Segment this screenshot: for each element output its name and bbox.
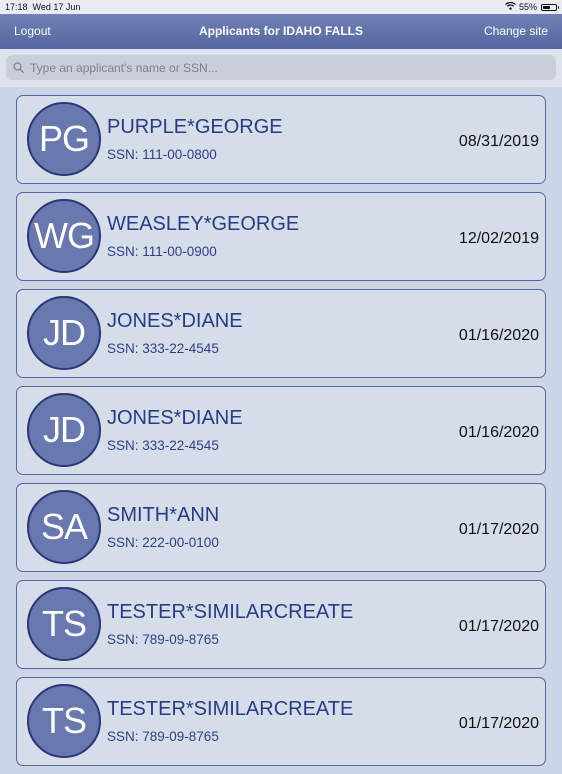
applicant-card[interactable]: WG WEASLEY*GEORGE SSN: 111-00-0900 12/02…	[16, 192, 546, 281]
applicant-date: 01/17/2020	[458, 715, 539, 732]
status-date: Wed 17 Jun	[32, 2, 81, 12]
applicant-date: 12/02/2019	[458, 230, 539, 247]
applicant-date: 01/16/2020	[458, 424, 539, 441]
search-field[interactable]	[6, 55, 556, 80]
applicant-date: 08/31/2019	[458, 133, 539, 150]
applicant-date: 01/17/2020	[458, 618, 539, 635]
applicant-card[interactable]: JD JONES*DIANE SSN: 333-22-4545 01/16/20…	[16, 386, 546, 475]
applicant-ssn: SSN: 111-00-0900	[107, 244, 217, 259]
battery-cap	[557, 6, 559, 9]
applicant-card[interactable]: JD JONES*DIANE SSN: 333-22-4545 01/16/20…	[16, 289, 546, 378]
applicant-list: PG PURPLE*GEORGE SSN: 111-00-0800 08/31/…	[16, 95, 546, 774]
applicant-card[interactable]: TS TESTER*SIMILARCREATE SSN: 789-09-8765…	[16, 580, 546, 669]
search-icon	[13, 62, 24, 73]
avatar: PG	[27, 102, 101, 176]
status-bar: 17:18 Wed 17 Jun 55%	[0, 0, 562, 14]
applicant-date: 01/16/2020	[458, 327, 539, 344]
applicant-card[interactable]: TS TESTER*SIMILARCREATE SSN: 789-09-8765…	[16, 677, 546, 766]
status-indicators: 55%	[505, 1, 559, 12]
applicant-card[interactable]: PG PURPLE*GEORGE SSN: 111-00-0800 08/31/…	[16, 95, 546, 184]
battery-fill	[543, 5, 550, 9]
avatar: TS	[27, 684, 101, 758]
applicant-name: TESTER*SIMILARCREATE	[107, 601, 354, 623]
avatar: JD	[27, 296, 101, 370]
change-site-button[interactable]: Change site	[484, 24, 548, 38]
avatar: SA	[27, 490, 101, 564]
applicant-name: SMITH*ANN	[107, 504, 220, 526]
avatar: JD	[27, 393, 101, 467]
navigation-bar: Logout Applicants for IDAHO FALLS Change…	[0, 14, 562, 49]
applicant-ssn: SSN: 333-22-4545	[107, 438, 219, 453]
applicant-ssn: SSN: 333-22-4545	[107, 341, 219, 356]
avatar: WG	[27, 199, 101, 273]
applicant-name: TESTER*SIMILARCREATE	[107, 698, 354, 720]
wifi-icon	[505, 1, 516, 12]
status-time: 17:18 Wed 17 Jun	[5, 2, 80, 12]
battery-icon	[541, 3, 559, 11]
applicant-name: JONES*DIANE	[107, 310, 243, 332]
applicant-ssn: SSN: 111-00-0800	[107, 147, 217, 162]
applicant-ssn: SSN: 789-09-8765	[107, 729, 219, 744]
applicant-name: PURPLE*GEORGE	[107, 116, 283, 138]
applicant-date: 01/17/2020	[458, 521, 539, 538]
battery-percent: 55%	[518, 2, 537, 12]
applicant-ssn: SSN: 222-00-0100	[107, 535, 219, 550]
page-title: Applicants for IDAHO FALLS	[198, 24, 363, 38]
search-bar	[0, 49, 562, 87]
applicant-name: JONES*DIANE	[107, 407, 243, 429]
avatar: TS	[27, 587, 101, 661]
applicant-card[interactable]: SA SMITH*ANN SSN: 222-00-0100 01/17/2020	[16, 483, 546, 572]
applicant-ssn: SSN: 789-09-8765	[107, 632, 219, 647]
applicant-name: WEASLEY*GEORGE	[107, 213, 300, 235]
search-input[interactable]	[28, 59, 532, 76]
status-clock: 17:18	[5, 2, 28, 12]
